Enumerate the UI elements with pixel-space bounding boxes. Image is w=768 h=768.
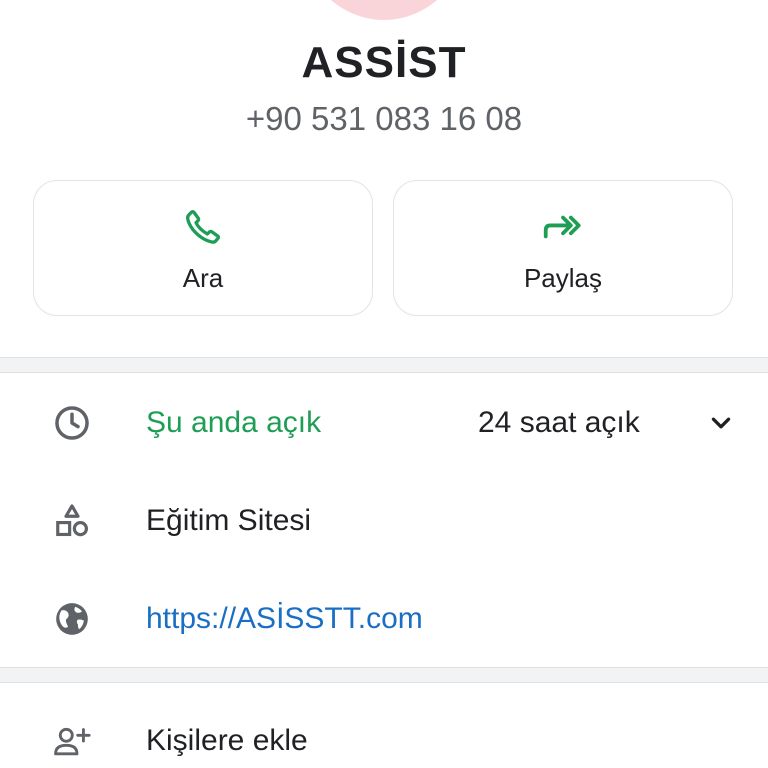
globe-icon [52,599,92,639]
contact-name: ASSİST [301,38,467,87]
category-row: Eğitim Sitesi [0,476,768,566]
phone-icon [34,205,372,249]
website-link[interactable]: https://ASİSSTT.com [146,602,423,636]
person-add-icon [52,721,92,761]
hours-status: Şu anda açık [146,406,322,439]
contact-phone[interactable]: +90 531 083 16 08 [0,100,768,138]
share-button-label: Paylaş [523,263,603,293]
add-contact-row[interactable]: Kişilere ekle [0,696,768,768]
section-divider [0,357,768,373]
website-row[interactable]: https://ASİSSTT.com [0,574,768,664]
hours-detail: 24 saat açık [478,406,640,439]
category-text: Eğitim Sitesi [146,504,312,537]
share-button[interactable]: Paylaş [393,180,733,316]
chevron-down-icon[interactable] [706,408,736,438]
avatar [304,0,464,20]
call-button-label: Ara [182,263,224,293]
add-contact-label: Kişilere ekle [146,724,308,757]
shapes-icon [52,501,92,541]
clock-icon [52,403,92,443]
call-button[interactable]: Ara [33,180,373,316]
share-forward-icon [394,205,732,249]
hours-row[interactable]: Şu anda açık 24 saat açık [0,378,768,468]
section-divider [0,667,768,683]
contact-details-page: ASSİST +90 531 083 16 08 Ara Paylaş Şu a… [0,0,768,768]
